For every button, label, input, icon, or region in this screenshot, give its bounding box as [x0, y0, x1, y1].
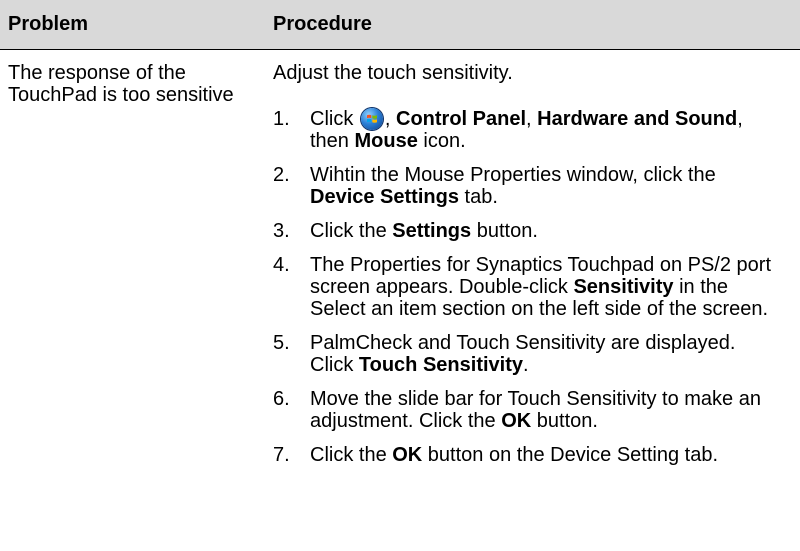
step-number: 6. [273, 388, 290, 410]
step-7: 7. Click the OK button on the Device Set… [273, 444, 773, 466]
step-number: 5. [273, 332, 290, 354]
procedure-intro: Adjust the touch sensitivity. [273, 62, 513, 84]
step-number: 3. [273, 220, 290, 242]
step-number: 1. [273, 108, 290, 130]
step-text: Click [310, 108, 359, 130]
step-text: button. [531, 410, 598, 432]
sensitivity-term: Sensitivity [573, 276, 674, 298]
step-6: 6. Move the slide bar for Touch Sensitiv… [273, 388, 773, 432]
table-header: Problem Procedure [0, 0, 800, 49]
step-number: 7. [273, 444, 290, 466]
ok-term: OK [392, 444, 423, 466]
step-text: , [384, 108, 397, 130]
step-3: 3. Click the Settings button. [273, 220, 773, 242]
procedure-steps: 1. Click , Control Panel, Hardware and S… [273, 108, 773, 478]
step-1: 1. Click , Control Panel, Hardware and S… [273, 108, 773, 152]
mouse-term: Mouse [354, 130, 418, 152]
step-text: icon. [417, 130, 466, 152]
step-number: 2. [273, 164, 290, 186]
step-text: tab. [458, 186, 498, 208]
step-text: Wihtin the Mouse Properties window, clic… [310, 164, 716, 186]
device-settings-term: Device Settings [310, 186, 459, 208]
ok-term: OK [501, 410, 532, 432]
troubleshooting-table: Problem Procedure The response of the To… [0, 0, 800, 551]
windows-start-icon [360, 108, 383, 130]
step-text: button. [471, 220, 538, 242]
step-2: 2. Wihtin the Mouse Properties window, c… [273, 164, 773, 208]
step-text: . [523, 354, 529, 376]
problem-column-header: Problem [8, 13, 89, 35]
step-4: 4. The Properties for Synaptics Touchpad… [273, 254, 773, 320]
step-text: button on the Device Setting tab. [422, 444, 719, 466]
step-5: 5. PalmCheck and Touch Sensitivity are d… [273, 332, 773, 376]
settings-term: Settings [392, 220, 472, 242]
step-number: 4. [273, 254, 290, 276]
procedure-column-header: Procedure [273, 13, 372, 35]
control-panel-term: Control Panel [396, 108, 527, 130]
step-text: Click the [310, 444, 393, 466]
touch-sensitivity-term: Touch Sensitivity [358, 354, 523, 376]
header-divider [0, 49, 800, 50]
problem-description: The response of the TouchPad is too sens… [8, 62, 234, 106]
hardware-and-sound-term: Hardware and Sound [537, 108, 738, 130]
step-text: , [526, 108, 538, 130]
step-text: Click the [310, 220, 393, 242]
